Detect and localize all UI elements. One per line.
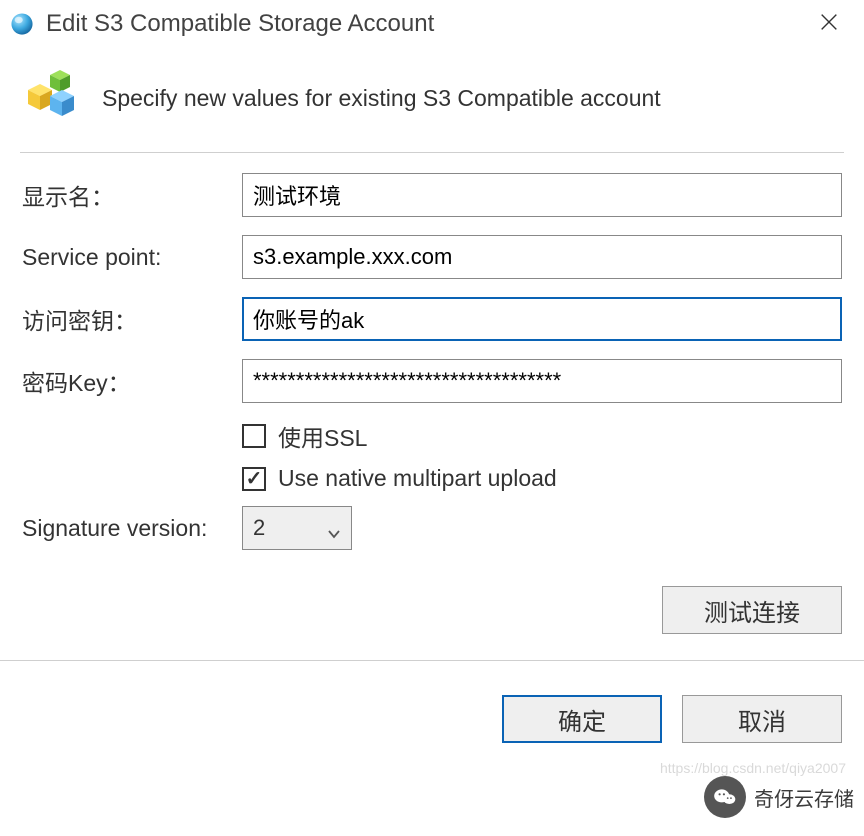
display-name-label: 显示名： xyxy=(22,178,242,212)
secret-key-input[interactable] xyxy=(242,359,842,403)
titlebar: Edit S3 Compatible Storage Account xyxy=(0,0,864,48)
row-access-key: 访问密钥： xyxy=(22,295,842,343)
native-multipart-label: Use native multipart upload xyxy=(278,465,557,492)
signature-version-value: 2 xyxy=(253,515,265,541)
test-connection-button[interactable]: 测试连接 xyxy=(662,586,842,634)
access-key-input[interactable] xyxy=(242,297,842,341)
row-secret-key: 密码Key： xyxy=(22,357,842,405)
row-signature-version: Signature version: 2 xyxy=(22,504,842,552)
row-display-name: 显示名： xyxy=(22,171,842,219)
use-ssl-box[interactable] xyxy=(242,424,266,448)
dialog-buttons: 确定 取消 xyxy=(0,660,864,743)
watermark-logo: 奇伢云存储 xyxy=(704,776,854,818)
native-multipart-box[interactable] xyxy=(242,467,266,491)
titlebar-left: Edit S3 Compatible Storage Account xyxy=(8,10,434,38)
wechat-icon xyxy=(704,776,746,818)
signature-version-select[interactable]: 2 xyxy=(242,506,352,550)
watermark-url: https://blog.csdn.net/qiya2007 xyxy=(660,760,846,776)
service-point-input[interactable] xyxy=(242,235,842,279)
chevron-down-icon xyxy=(327,521,341,535)
access-key-label: 访问密钥： xyxy=(22,302,242,336)
secret-key-label: 密码Key： xyxy=(22,364,242,398)
signature-version-label: Signature version: xyxy=(22,515,242,542)
use-ssl-label: 使用SSL xyxy=(278,419,367,453)
native-multipart-checkbox[interactable]: Use native multipart upload xyxy=(242,465,842,492)
use-ssl-checkbox[interactable]: 使用SSL xyxy=(242,419,842,453)
close-button[interactable] xyxy=(808,6,850,42)
display-name-input[interactable] xyxy=(242,173,842,217)
watermark-brand: 奇伢云存储 xyxy=(754,783,854,812)
app-icon xyxy=(8,10,36,38)
window-title: Edit S3 Compatible Storage Account xyxy=(46,10,434,38)
header-section: Specify new values for existing S3 Compa… xyxy=(0,48,864,152)
header-description: Specify new values for existing S3 Compa… xyxy=(102,85,661,112)
service-point-label: Service point: xyxy=(22,244,242,271)
form: 显示名： Service point: 访问密钥： 密码Key： 使用SSL U… xyxy=(0,153,864,552)
cancel-button[interactable]: 取消 xyxy=(682,695,842,743)
cubes-icon xyxy=(22,68,82,128)
ok-button[interactable]: 确定 xyxy=(502,695,662,743)
test-connection-row: 测试连接 xyxy=(0,566,864,634)
row-service-point: Service point: xyxy=(22,233,842,281)
